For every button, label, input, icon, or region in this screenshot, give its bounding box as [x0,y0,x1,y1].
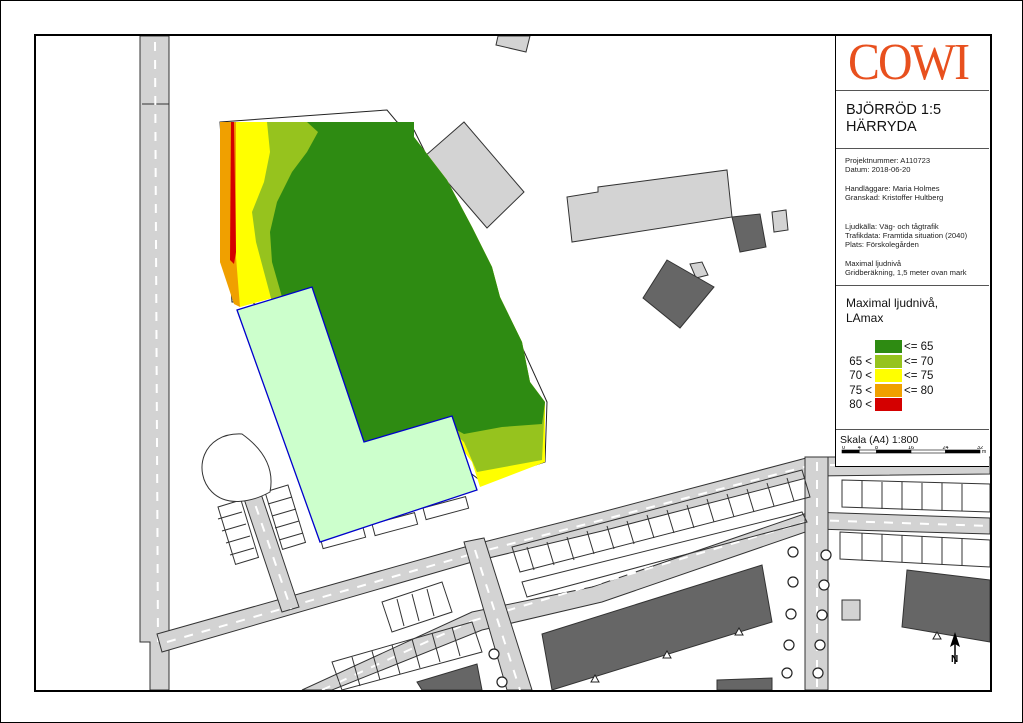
scale-tick-label: 16 [908,446,914,451]
legend-upper-bound: <= 75 [904,370,934,382]
scale-label: Skala (A4) 1:800 [840,434,919,446]
legend-swatch [875,354,902,368]
legend-row: 75 < <= 80 [836,383,989,398]
legend-swatch [875,383,902,397]
divider [836,90,989,91]
scale-segment [910,449,946,454]
legend-upper-bound: <= 80 [904,384,934,397]
project-date: Datum: 2018-06-20 [845,165,911,174]
legend-upper-bound: <= 65 [904,341,934,353]
project-title-line2: HÄRRYDA [846,119,917,135]
cowi-logo: COWI [847,34,970,91]
scale-tick-label: 0 [842,446,845,451]
legend-swatch [875,398,902,411]
legend-title-line2: LAmax [846,311,884,325]
legend-title-line1: Maximal ljudnivå, [846,296,939,310]
grid-calculation: Gridberäkning, 1,5 meter ovan mark [845,268,967,277]
scale-segment [876,449,912,454]
scale-unit: m [982,449,986,455]
legend-lower-bound: 75 < [849,384,872,397]
scale-tick-label: 8 [875,446,878,451]
scale-segment [858,449,877,454]
legend-lower-bound: 65 < [849,355,872,368]
legend-row: <= 65 [836,340,989,354]
divider [836,429,989,430]
north-arrow-label: N [951,654,958,665]
legend-panel: COWI BJÖRRÖD 1:5 HÄRRYDA Projektnummer: … [835,36,989,467]
reviewer: Granskad: Kristoffer Hultberg [845,193,944,202]
scale-tick-label: 24 [942,446,948,451]
location: Plats: Förskolegården [845,240,919,249]
project-title: BJÖRRÖD 1:5 HÄRRYDA [846,102,941,136]
scale-bar: 0 4 8 16 24 32m [841,446,986,455]
scale-segment [945,449,981,454]
divider [836,285,989,286]
legend-row: 65 < <= 70 [836,354,989,369]
project-title-line1: BJÖRRÖD 1:5 [846,102,942,118]
scale-tick-label: 4 [858,446,861,451]
legend-swatch [875,340,902,353]
legend-lower-bound: 70 < [849,370,872,382]
legend-row: 80 < [836,398,989,412]
legend-upper-bound: <= 70 [904,355,934,368]
road-west [139,36,170,690]
legend-lower-bound: 80 < [849,399,872,411]
legend-title: Maximal ljudnivå, LAmax [846,296,938,326]
turning-loop [201,433,272,502]
logo: COWI [836,36,989,90]
divider [836,148,989,149]
legend-row: 70 < <= 75 [836,369,989,383]
legend-swatch [875,369,902,382]
